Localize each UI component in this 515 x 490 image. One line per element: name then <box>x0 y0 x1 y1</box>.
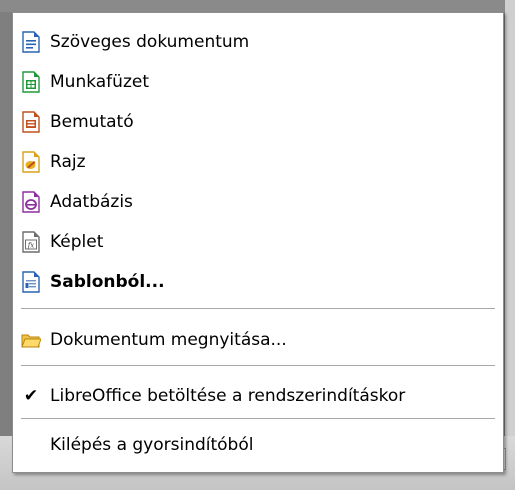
menu-separator <box>21 308 495 310</box>
menu-item-drawing[interactable]: Rajz <box>21 143 495 181</box>
menu-item-label: Dokumentum megnyitása... <box>50 330 287 350</box>
menu-item-presentation[interactable]: Bemutató <box>21 103 495 141</box>
desktop-background <box>0 0 515 12</box>
menu-item-label: Kilépés a gyorsindítóból <box>50 435 254 455</box>
menu-item-label: Képlet <box>50 232 104 252</box>
menu-item-label: LibreOffice betöltése a rendszerindításk… <box>50 386 406 406</box>
menu-item-open-document[interactable]: Dokumentum megnyitása... <box>21 321 495 359</box>
desktop-edge <box>505 0 515 490</box>
writer-document-icon <box>22 31 40 53</box>
menu-separator <box>21 418 495 420</box>
base-database-icon <box>22 191 40 213</box>
menu-item-database[interactable]: Adatbázis <box>21 183 495 221</box>
menu-item-label: Szöveges dokumentum <box>50 32 250 52</box>
menu-item-from-template[interactable]: Sablonból... <box>21 263 495 301</box>
draw-drawing-icon <box>22 151 40 173</box>
menu-item-label: Bemutató <box>50 112 134 132</box>
menu-item-label: Sablonból... <box>50 272 165 292</box>
svg-text:fx: fx <box>27 242 35 250</box>
menu-item-label: Munkafüzet <box>50 72 149 92</box>
menu-item-label: Adatbázis <box>50 192 133 212</box>
menu-item-load-at-startup[interactable]: ✔ LibreOffice betöltése a rendszerindítá… <box>21 377 495 415</box>
menu-item-spreadsheet[interactable]: Munkafüzet <box>21 63 495 101</box>
template-icon <box>22 271 40 293</box>
folder-icon <box>21 334 41 348</box>
quickstarter-context-menu: Szöveges dokumentum Munkafüzet Bemutató <box>12 12 504 473</box>
impress-presentation-icon <box>22 111 40 133</box>
menu-item-exit-quickstarter[interactable]: Kilépés a gyorsindítóból <box>21 426 495 464</box>
menu-item-formula[interactable]: fx Képlet <box>21 223 495 261</box>
checkmark-icon: ✔ <box>23 386 39 406</box>
menu-separator <box>21 365 495 367</box>
menu-item-text-document[interactable]: Szöveges dokumentum <box>21 23 495 61</box>
menu-item-label: Rajz <box>50 152 86 172</box>
math-formula-icon: fx <box>22 231 40 253</box>
calc-spreadsheet-icon <box>22 71 40 93</box>
